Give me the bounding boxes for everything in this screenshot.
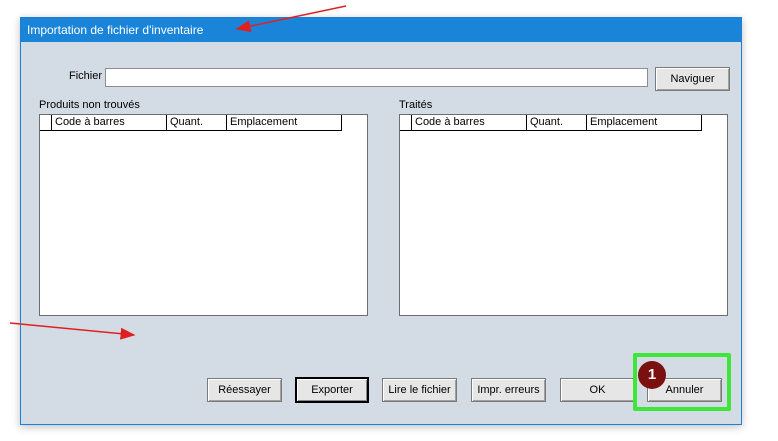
dialog-arrow	[9, 322, 136, 340]
annotation-arrows	[9, 5, 347, 340]
title-arrow	[235, 5, 347, 33]
